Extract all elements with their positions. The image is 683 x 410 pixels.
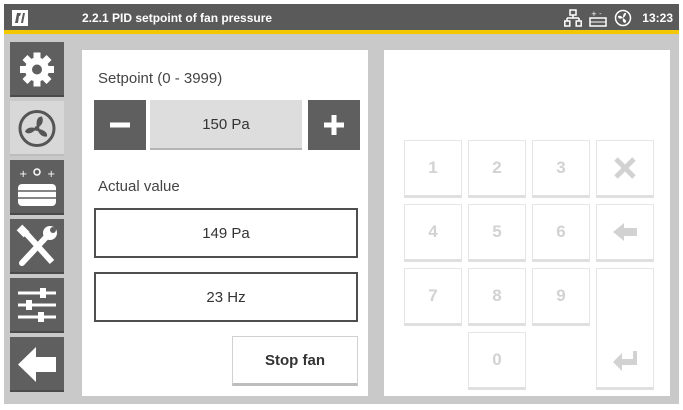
sidebar-item-settings[interactable]	[10, 42, 64, 97]
backspace-key[interactable]	[596, 204, 654, 262]
brand-logo-icon	[12, 10, 28, 26]
key-6[interactable]: 6	[532, 204, 590, 262]
key-9-label: 9	[556, 286, 566, 305]
key-8[interactable]: 8	[468, 268, 526, 326]
sliders-icon	[18, 288, 56, 322]
enter-key[interactable]	[596, 268, 654, 390]
key-4[interactable]: 4	[404, 204, 462, 262]
plus-icon	[324, 115, 344, 135]
sidebar-item-fan[interactable]	[10, 101, 64, 156]
key-0[interactable]: 0	[468, 332, 526, 390]
sidebar-item-heater[interactable]: + +	[10, 160, 64, 215]
key-4-label: 4	[428, 222, 438, 241]
sidebar: + +	[4, 42, 68, 404]
clock: 13:23	[642, 11, 673, 25]
device-screen: 2.2.1 PID setpoint of fan pressure + - 1…	[4, 4, 679, 404]
sidebar-item-adjust[interactable]	[10, 278, 64, 333]
tools-icon	[16, 224, 57, 266]
network-alt-icon: + -	[589, 10, 608, 27]
key-2[interactable]: 2	[468, 140, 526, 198]
setpoint-panel: Setpoint (0 - 3999) 150 Pa Actual value …	[82, 50, 368, 396]
decrement-button[interactable]	[94, 100, 146, 150]
back-arrow-icon	[18, 347, 56, 382]
setpoint-value: 150 Pa	[202, 115, 250, 133]
key-5-label: 5	[492, 222, 502, 241]
keypad-panel: 1 2 3 4 5 6 7 8 9 0	[384, 50, 670, 396]
key-0-label: 0	[492, 350, 502, 369]
minus-icon	[110, 122, 130, 128]
svg-text:+: +	[47, 169, 55, 180]
actual-pressure-display: 149 Pa	[94, 208, 358, 258]
backspace-arrow-icon	[613, 223, 637, 241]
svg-text:+ -: + -	[591, 10, 602, 18]
key-6-label: 6	[556, 222, 566, 241]
back-button[interactable]	[10, 337, 64, 392]
stop-fan-label: Stop fan	[265, 351, 325, 369]
svg-text:+: +	[19, 169, 27, 180]
actual-frequency-value: 23 Hz	[206, 288, 246, 306]
setpoint-label: Setpoint (0 - 3999)	[98, 70, 223, 87]
actual-value-label: Actual value	[98, 178, 180, 195]
actual-pressure-value: 149 Pa	[202, 224, 250, 242]
key-2-label: 2	[492, 158, 502, 177]
gear-icon	[20, 52, 54, 87]
key-9[interactable]: 9	[532, 268, 590, 326]
page-title: 2.2.1 PID setpoint of fan pressure	[82, 11, 273, 25]
clear-x-icon	[614, 157, 636, 179]
heater-icon: + +	[18, 168, 56, 206]
setpoint-input[interactable]: 150 Pa	[150, 100, 302, 150]
title-bar: 2.2.1 PID setpoint of fan pressure + - 1…	[4, 4, 679, 34]
status-icons: + - 13:23	[564, 8, 673, 28]
sidebar-item-service[interactable]	[10, 219, 64, 274]
stop-fan-button[interactable]: Stop fan	[232, 336, 358, 386]
increment-button[interactable]	[308, 100, 360, 150]
actual-frequency-display: 23 Hz	[94, 272, 358, 322]
key-7[interactable]: 7	[404, 268, 462, 326]
fan-icon	[18, 110, 56, 147]
key-8-label: 8	[492, 286, 502, 305]
clear-key[interactable]	[596, 140, 654, 198]
key-3-label: 3	[556, 158, 566, 177]
enter-icon	[613, 351, 637, 371]
key-5[interactable]: 5	[468, 204, 526, 262]
key-1-label: 1	[428, 158, 438, 177]
network-icon	[564, 9, 583, 27]
fan-status-icon	[615, 9, 632, 27]
key-7-label: 7	[428, 286, 438, 305]
key-3[interactable]: 3	[532, 140, 590, 198]
key-1[interactable]: 1	[404, 140, 462, 198]
